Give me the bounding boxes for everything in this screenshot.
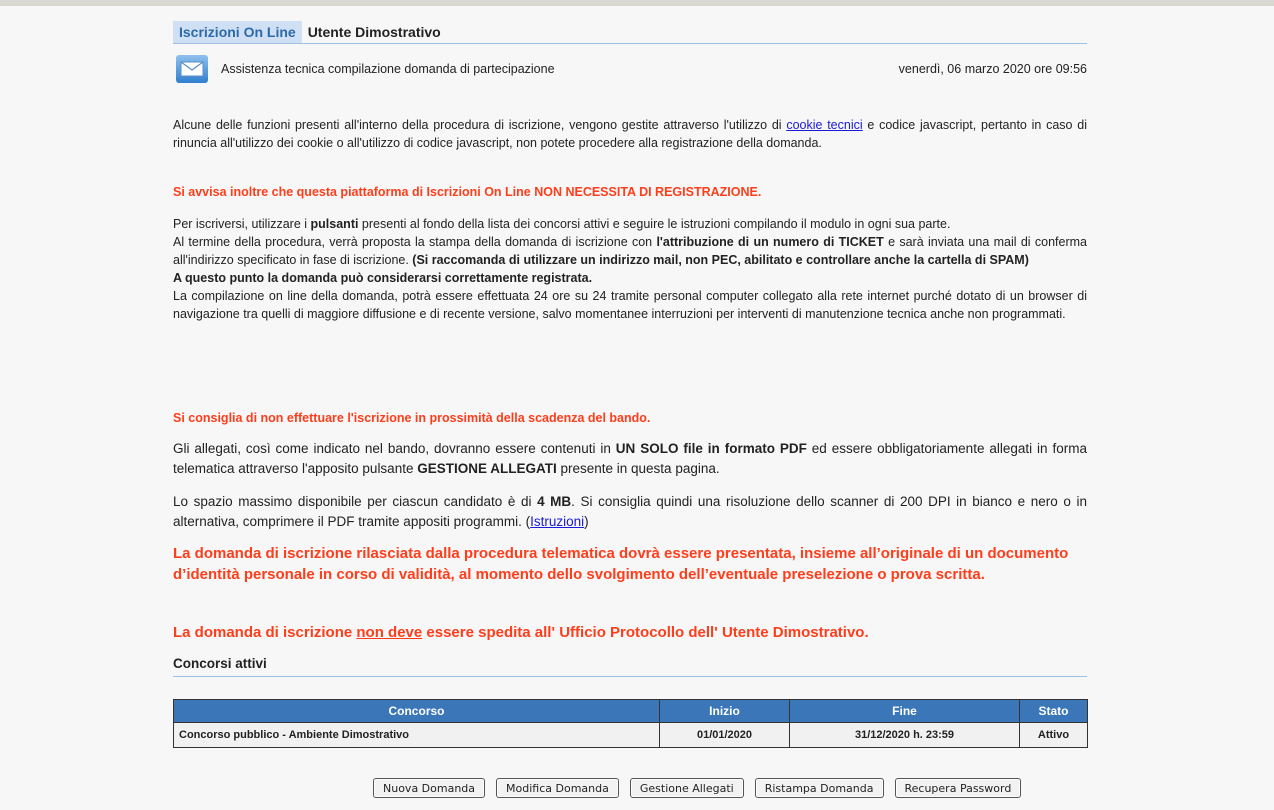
page-container: Iscrizioni On Line Utente Dimostrativo A… (173, 20, 1088, 798)
istruzioni-link[interactable]: Istruzioni (530, 514, 584, 529)
recupera-password-button[interactable]: Recupera Password (894, 778, 1022, 798)
page-header: Assistenza tecnica compilazione domanda … (173, 53, 1087, 85)
column-header: Inizio (659, 699, 790, 723)
deadline-notice: Si consiglia di non effettuare l'iscrizi… (173, 411, 651, 425)
column-header: Fine (789, 699, 1020, 723)
attachments-text: Gli allegati, così come indicato nel ban… (173, 441, 1087, 476)
top-tab-bar: Iscrizioni On Line Utente Dimostrativo (173, 20, 1087, 44)
nuova-domanda-button[interactable]: Nuova Domanda (373, 778, 486, 798)
modifica-domanda-button[interactable]: Modifica Domanda (496, 778, 619, 798)
table-row[interactable]: Concorso pubblico - Ambiente Dimostrativ… (173, 722, 1088, 748)
column-header: Concorso (173, 699, 660, 723)
action-buttons: Nuova Domanda Modifica Domanda Gestione … (373, 778, 1022, 798)
ristampa-domanda-button[interactable]: Ristampa Domanda (754, 778, 884, 798)
cell-fine: 31/12/2020 h. 23:59 (789, 722, 1020, 748)
cell-inizio: 01/01/2020 (659, 722, 790, 748)
page-title: Assistenza tecnica compilazione domanda … (221, 62, 555, 76)
gestione-allegati-button[interactable]: Gestione Allegati (629, 778, 744, 798)
tab-iscrizioni-on-line[interactable]: Iscrizioni On Line (173, 20, 302, 43)
mail-icon[interactable] (175, 53, 209, 85)
identity-warning: La domanda di iscrizione rilasciata dall… (173, 545, 1069, 583)
cell-stato: Attivo (1019, 722, 1088, 748)
protocol-warning: La domanda di iscrizione non deve essere… (173, 624, 869, 641)
instructions-text: Per iscriversi, utilizzare i pulsanti pr… (173, 217, 1087, 321)
cookie-tecnici-link[interactable]: cookie tecnici (786, 118, 862, 132)
registration-notice: Si avvisa inoltre che questa piattaforma… (173, 185, 762, 199)
contests-table: Concorso Inizio Fine Stato Concorso pubb… (173, 699, 1088, 748)
section-title-concorsi: Concorsi attivi (173, 656, 1087, 677)
current-date: venerdì, 06 marzo 2020 ore 09:56 (898, 62, 1087, 76)
table-header-row: Concorso Inizio Fine Stato (173, 699, 1088, 723)
user-name: Utente Dimostrativo (307, 23, 441, 40)
cookie-notice: Alcune delle funzioni presenti all'inter… (173, 118, 1087, 150)
column-header: Stato (1019, 699, 1088, 723)
cell-concorso: Concorso pubblico - Ambiente Dimostrativ… (173, 722, 660, 748)
file-size-text: Lo spazio massimo disponibile per ciascu… (173, 494, 1087, 529)
